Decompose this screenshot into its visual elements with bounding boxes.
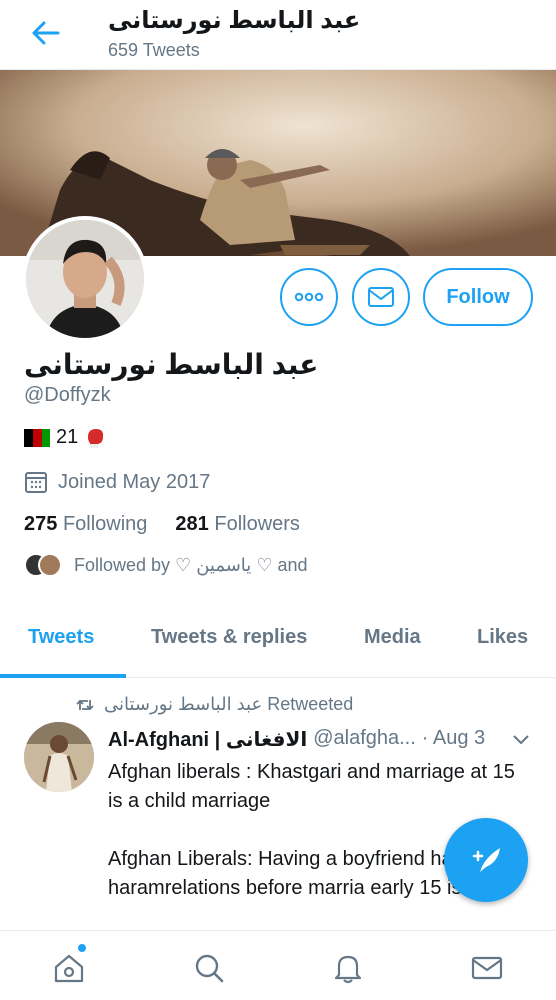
following-count: 275: [24, 513, 58, 535]
unread-indicator: [78, 944, 86, 952]
tab-tweets-replies[interactable]: Tweets & replies: [151, 626, 307, 649]
retweeted-by-text: عبد الباسط نورستانی Retweeted: [104, 694, 354, 714]
followed-by-avatars: [24, 553, 62, 577]
following-label: Following: [62, 513, 148, 535]
chevron-down-icon[interactable]: [510, 728, 532, 750]
followed-by[interactable]: Followed by ♡ یاسمین ♡ and: [24, 553, 307, 577]
notifications-icon[interactable]: [331, 951, 365, 985]
active-tab-indicator: [0, 674, 126, 678]
profile-joined: Joined May 2017: [24, 470, 210, 494]
profile-tabs: Tweets Tweets & replies Media Likes: [0, 606, 556, 678]
tab-likes[interactable]: Likes: [477, 626, 528, 649]
compose-tweet-button[interactable]: [444, 818, 528, 902]
message-button[interactable]: [352, 268, 410, 326]
retweet-context: عبد الباسط نورستانی Retweeted: [76, 694, 353, 715]
followed-by-text: Followed by ♡ یاسمین ♡ and: [74, 554, 308, 575]
retweet-icon: [76, 699, 94, 710]
profile-handle: @Doffyzk: [24, 384, 111, 406]
profile-header: عبد الباسط نورستانی 659 Tweets: [0, 0, 556, 70]
mail-icon: [368, 287, 394, 307]
tab-tweets[interactable]: Tweets: [28, 626, 94, 649]
tweet-author-name[interactable]: Al-Afghani | الافغانی: [108, 727, 307, 752]
follow-counts: 275 Following 281 Followers: [24, 513, 300, 536]
search-icon[interactable]: [192, 951, 226, 985]
compose-icon: [472, 848, 500, 872]
home-icon[interactable]: [52, 951, 86, 985]
header-tweet-count: 659 Tweets: [108, 40, 200, 60]
more-icon: [294, 292, 324, 302]
header-title: عبد الباسط نورستانی: [108, 7, 361, 34]
follow-button[interactable]: Follow: [423, 268, 533, 326]
arrow-left-icon[interactable]: [28, 18, 62, 48]
tweet-date: · Aug 3: [421, 727, 486, 749]
profile-name: عبد الباسط نورستانی: [24, 349, 319, 380]
profile-bio: 21: [24, 426, 106, 449]
profile-avatar[interactable]: [22, 216, 148, 342]
following-link[interactable]: 275 Following: [24, 513, 147, 536]
tweet-header: Al-Afghani | الافغانی @alafgha... · Aug …: [108, 727, 485, 752]
followers-label: Followers: [214, 513, 300, 535]
followers-count: 281: [175, 513, 209, 535]
messages-icon[interactable]: [470, 951, 504, 985]
tweet-paragraph: Afghan liberals : Khastgari and marriage…: [108, 761, 515, 812]
more-options-button[interactable]: [280, 268, 338, 326]
boxing-glove-icon: [88, 428, 104, 448]
followers-link[interactable]: 281 Followers: [175, 513, 300, 536]
tab-media[interactable]: Media: [364, 626, 421, 649]
tweet-author-handle: @alafgha...: [313, 727, 416, 749]
afghanistan-flag-icon: [24, 428, 50, 447]
bio-age: 21: [56, 426, 79, 448]
bottom-navigation: [0, 930, 556, 1000]
joined-text: Joined May 2017: [58, 470, 211, 493]
author-avatar-image: [24, 722, 94, 792]
avatar: [38, 553, 62, 577]
calendar-icon: [25, 472, 47, 493]
tweet-author-avatar[interactable]: [24, 722, 94, 792]
avatar-image: [26, 220, 144, 338]
